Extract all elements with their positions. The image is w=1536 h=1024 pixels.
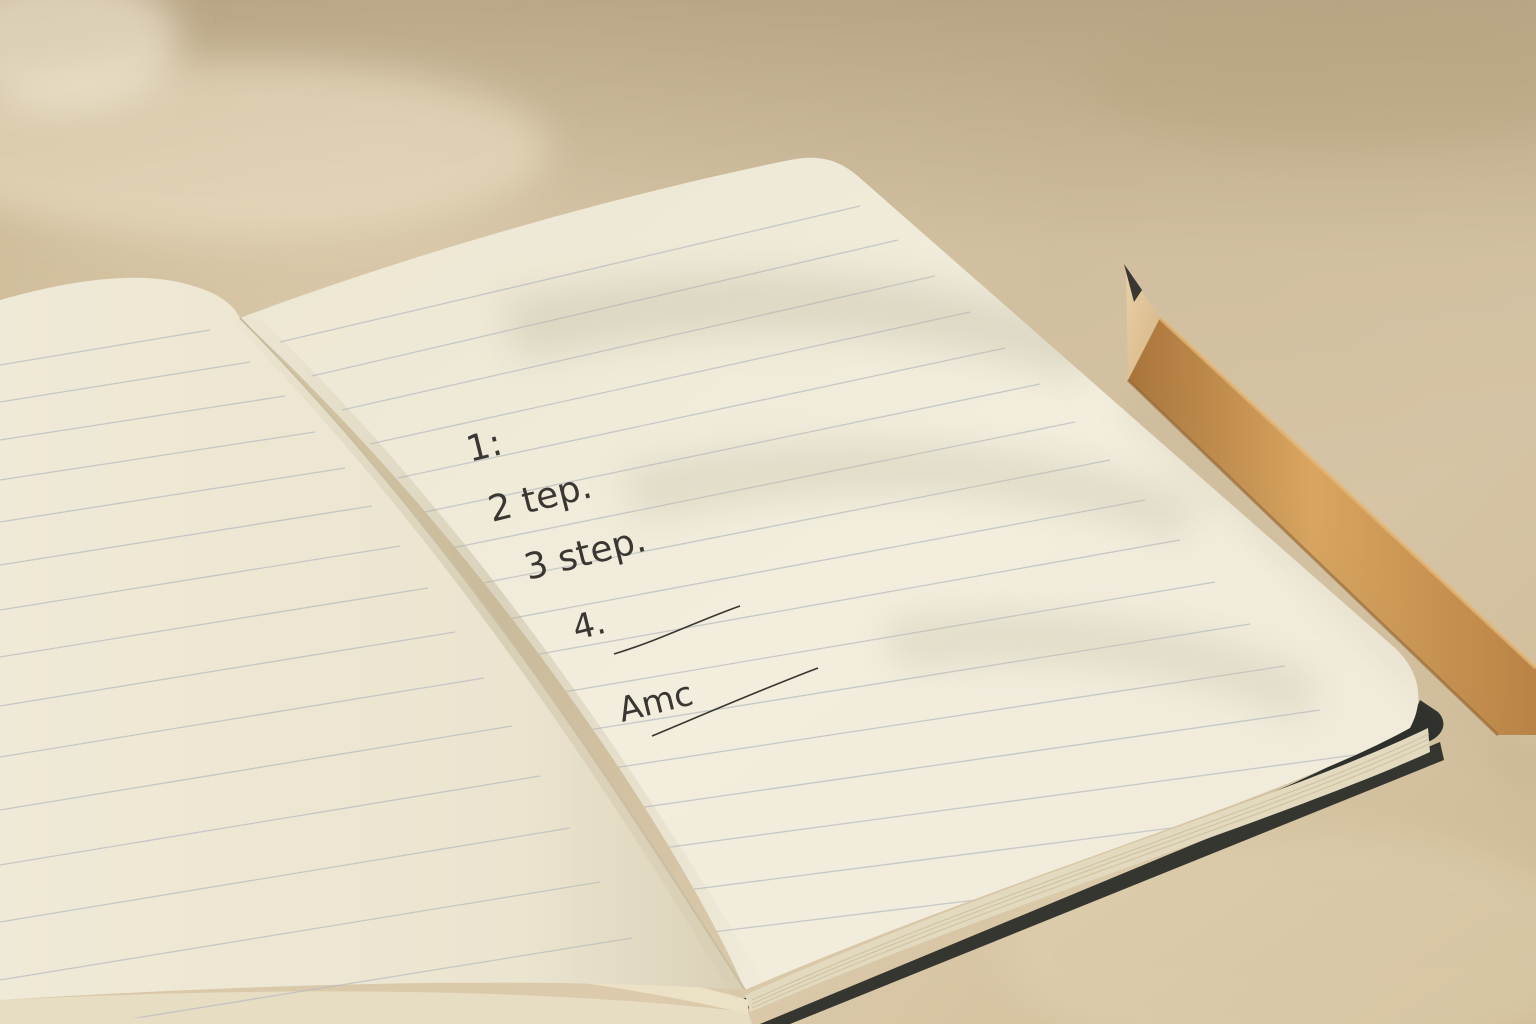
photo-scene: 1: 2 tep. 3 step. 4. Amc [0, 0, 1536, 1024]
notebook-photo: 1: 2 tep. 3 step. 4. Amc [0, 0, 1536, 1024]
